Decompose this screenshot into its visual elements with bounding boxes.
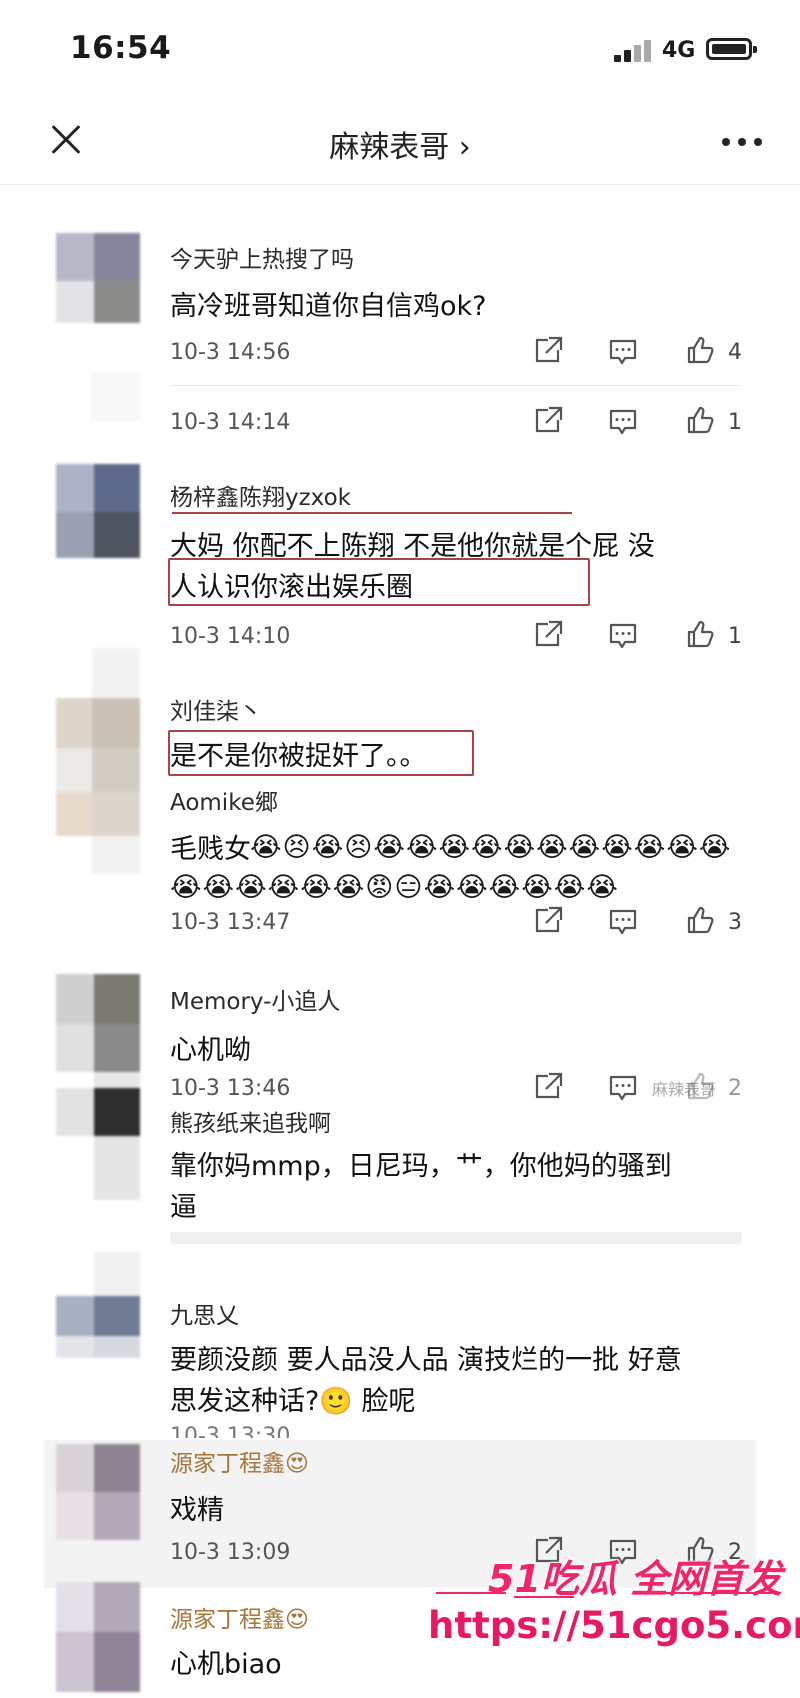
- comment-icon[interactable]: [608, 338, 642, 368]
- user-emoji: 😍: [285, 1451, 309, 1477]
- comment-text-line: 思发这种话?🙂 脸呢: [170, 1386, 416, 1417]
- share-icon[interactable]: [534, 336, 568, 366]
- like-icon[interactable]: [686, 406, 720, 436]
- comment-time: 10-3 13:46: [170, 1076, 291, 1101]
- comment-text: 要颜没颜 要人品没人品 演技烂的一批 好意 思发这种话?🙂 脸呢: [170, 1340, 682, 1422]
- comment-time: 10-3 14:56: [170, 340, 291, 365]
- share-icon[interactable]: [534, 406, 568, 436]
- comment-time: 10-3 14:10: [170, 624, 291, 649]
- comment-username-text: 源家丁程鑫: [170, 1451, 285, 1477]
- comment-text: 心机biao: [170, 1649, 282, 1680]
- promo-decoration: [436, 1592, 776, 1600]
- like-count: 1: [728, 410, 742, 435]
- user-emoji: 😍: [285, 1607, 309, 1633]
- comment-text: 高冷班哥知道你自信鸡ok?: [170, 291, 487, 322]
- comment-time: 10-3 14:14: [170, 410, 291, 435]
- comment-item: Memory-小追人 心机呦: [170, 982, 340, 1071]
- like-icon[interactable]: [686, 336, 720, 366]
- comment-item: 九思乂 要颜没颜 要人品没人品 演技烂的一批 好意 思发这种话?🙂 脸呢: [170, 1296, 682, 1422]
- comment-time: 10-3 13:09: [170, 1540, 291, 1565]
- comment-item: 熊孩纸来追我啊 靠你妈mmp，日尼玛，艹，你他妈的骚到 逼: [170, 1104, 672, 1228]
- comment-icon[interactable]: [608, 908, 642, 938]
- avatar[interactable]: [56, 648, 140, 874]
- comment-item: 源家丁程鑫😍 戏精: [170, 1444, 309, 1531]
- comment-text: 戏精: [170, 1495, 224, 1526]
- nav-title[interactable]: 麻辣表哥 ›: [0, 122, 800, 166]
- reply-username[interactable]: Aomike郷: [170, 783, 731, 817]
- divider: [170, 1232, 742, 1244]
- like-count: 1: [728, 624, 742, 649]
- comment-username[interactable]: 杨梓鑫陈翔yzxok: [170, 478, 655, 512]
- like-count: 3: [728, 910, 742, 935]
- comment-username[interactable]: Memory-小追人: [170, 982, 340, 1016]
- like-icon[interactable]: [686, 620, 720, 650]
- comment-item: 刘佳柒丶 是不是你被捉奸了。。 Aomike郷 毛贱女 😭😣😭😣😭😭😭😭😭😭😭😭…: [170, 692, 731, 906]
- like-icon[interactable]: [686, 1072, 720, 1102]
- comment-time: 10-3 13:30: [170, 1424, 291, 1438]
- comment-text-line: 逼: [170, 1192, 197, 1223]
- comment-item: 源家丁程鑫😍 心机biao: [170, 1600, 309, 1685]
- comment-text: 靠你妈mmp，日尼玛，艹，你他妈的骚到 逼: [170, 1146, 672, 1228]
- comment-text-line: 靠你妈mmp，日尼玛，艹，你他妈的骚到: [170, 1151, 672, 1182]
- highlight-box: [168, 558, 590, 606]
- battery-icon: [706, 38, 757, 60]
- share-icon[interactable]: [534, 906, 568, 936]
- comment-text-line: 要颜没颜 要人品没人品 演技烂的一批 好意: [170, 1345, 682, 1376]
- comment-username[interactable]: 源家丁程鑫😍: [170, 1600, 309, 1634]
- signal-icon: [614, 40, 654, 62]
- share-icon[interactable]: [534, 620, 568, 650]
- avatar[interactable]: [56, 233, 140, 323]
- comment-text: 心机呦: [170, 1035, 251, 1066]
- comment-icon[interactable]: [608, 408, 642, 438]
- status-time: 16:54: [70, 30, 172, 66]
- avatar[interactable]: [56, 974, 140, 1200]
- highlight-box: [168, 730, 474, 776]
- divider: [170, 385, 740, 386]
- avatar[interactable]: [56, 1252, 140, 1358]
- comment-icon[interactable]: [608, 1074, 642, 1104]
- comment-icon[interactable]: [608, 622, 642, 652]
- comment-username-text: 源家丁程鑫: [170, 1607, 285, 1633]
- comment-username[interactable]: 源家丁程鑫😍: [170, 1444, 309, 1478]
- status-bar: 16:54 4G: [0, 0, 800, 100]
- promo-url[interactable]: https://51cgo5.com: [428, 1604, 800, 1647]
- nav-bar: 麻辣表哥 ›: [0, 100, 800, 185]
- emoji-row: 😭😭😭😭😭😭😡😑😭😭😭😭😭😭: [170, 872, 619, 903]
- highlight-line: [172, 512, 572, 514]
- comment-username[interactable]: 九思乂: [170, 1296, 682, 1330]
- comment-username[interactable]: 熊孩纸来追我啊: [170, 1104, 672, 1138]
- comment-item: 今天驴上热搜了吗 高冷班哥知道你自信鸡ok?: [170, 240, 487, 327]
- share-icon[interactable]: [534, 1072, 568, 1102]
- network-label: 4G: [662, 38, 696, 63]
- comment-time: 10-3 13:47: [170, 910, 291, 935]
- avatar[interactable]: [56, 464, 140, 558]
- more-icon[interactable]: [722, 138, 766, 148]
- comment-username[interactable]: 今天驴上热搜了吗: [170, 240, 487, 274]
- comment-username[interactable]: 刘佳柒丶: [170, 692, 731, 726]
- avatar[interactable]: [56, 1582, 140, 1692]
- avatar[interactable]: [90, 372, 140, 422]
- like-icon[interactable]: [686, 906, 720, 936]
- avatar[interactable]: [56, 1444, 140, 1540]
- emoji-row: 😭😣😭😣😭😭😭😭😭😭😭😭😭😭😭: [250, 832, 732, 863]
- like-count: 2: [728, 1076, 742, 1101]
- like-count: 4: [728, 340, 742, 365]
